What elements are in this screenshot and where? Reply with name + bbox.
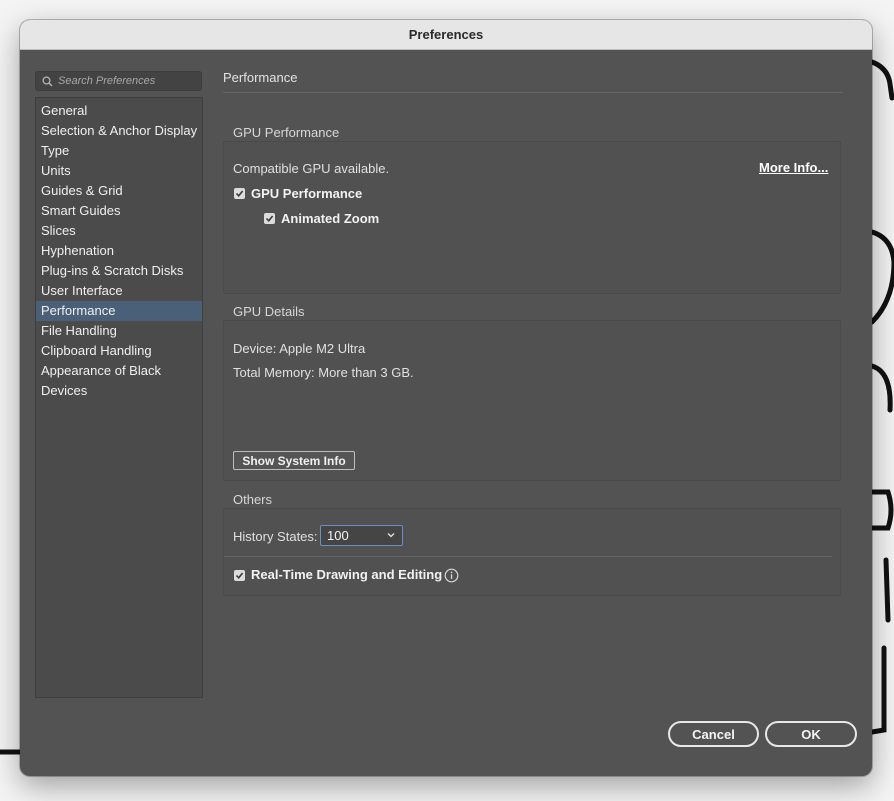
- performance-panel: Performance GPU Performance Compatible G…: [223, 70, 843, 596]
- search-icon: [36, 75, 58, 87]
- realtime-drawing-label: Real-Time Drawing and Editing: [251, 567, 443, 582]
- page-title: Performance: [223, 70, 843, 93]
- checkmark-icon: [235, 572, 244, 580]
- gpu-performance-checkbox[interactable]: [234, 188, 245, 199]
- gpu-details-group: GPU Details Device: Apple M2 Ultra Total…: [223, 304, 841, 481]
- preferences-dialog: Preferences Search Preferences General S…: [20, 20, 872, 776]
- sidebar-item-hyphenation[interactable]: Hyphenation: [36, 241, 202, 261]
- checkmark-icon: [265, 215, 274, 223]
- chevron-down-icon: [387, 533, 395, 538]
- gpu-memory-text: Total Memory: More than 3 GB.: [233, 365, 414, 380]
- dialog-title: Preferences: [20, 20, 872, 50]
- sidebar-item-smart-guides[interactable]: Smart Guides: [36, 201, 202, 221]
- preferences-sidebar: General Selection & Anchor Display Type …: [35, 97, 203, 698]
- sidebar-item-guides-grid[interactable]: Guides & Grid: [36, 181, 202, 201]
- sidebar-item-plugins-scratch-disks[interactable]: Plug-ins & Scratch Disks: [36, 261, 202, 281]
- history-states-label: History States:: [233, 529, 318, 544]
- gpu-performance-title: GPU Performance: [233, 125, 340, 140]
- others-divider: [224, 556, 832, 557]
- gpu-status-text: Compatible GPU available.: [233, 161, 390, 176]
- sidebar-item-user-interface[interactable]: User Interface: [36, 281, 202, 301]
- show-system-info-button[interactable]: Show System Info: [233, 451, 355, 470]
- others-title: Others: [233, 492, 273, 507]
- search-placeholder: Search Preferences: [58, 75, 156, 87]
- animated-zoom-checkbox[interactable]: [264, 213, 275, 224]
- sidebar-item-units[interactable]: Units: [36, 161, 202, 181]
- history-states-value: 100: [327, 528, 349, 543]
- gpu-details-title: GPU Details: [233, 304, 305, 319]
- sidebar-item-file-handling[interactable]: File Handling: [36, 321, 202, 341]
- more-info-link[interactable]: More Info...: [759, 160, 828, 175]
- sidebar-item-performance[interactable]: Performance: [36, 301, 202, 321]
- gpu-performance-group: GPU Performance Compatible GPU available…: [223, 125, 841, 294]
- sidebar-item-appearance-of-black[interactable]: Appearance of Black: [36, 361, 202, 381]
- animated-zoom-label: Animated Zoom: [281, 211, 380, 226]
- sidebar-item-type[interactable]: Type: [36, 141, 202, 161]
- history-states-select[interactable]: 100: [320, 525, 403, 546]
- ok-button[interactable]: OK: [765, 721, 857, 747]
- gpu-device-text: Device: Apple M2 Ultra: [233, 341, 366, 356]
- sidebar-item-general[interactable]: General: [36, 101, 202, 121]
- checkmark-icon: [235, 190, 244, 198]
- sidebar-item-devices[interactable]: Devices: [36, 381, 202, 401]
- gpu-performance-label: GPU Performance: [251, 186, 363, 201]
- info-icon[interactable]: [444, 568, 459, 583]
- sidebar-item-selection-anchor-display[interactable]: Selection & Anchor Display: [36, 121, 202, 141]
- search-input[interactable]: Search Preferences: [35, 71, 202, 91]
- cancel-button[interactable]: Cancel: [668, 721, 759, 747]
- sidebar-item-slices[interactable]: Slices: [36, 221, 202, 241]
- sidebar-item-clipboard-handling[interactable]: Clipboard Handling: [36, 341, 202, 361]
- others-group: Others History States: 100 Real-Time Dra…: [223, 492, 841, 596]
- realtime-drawing-checkbox[interactable]: [234, 570, 245, 581]
